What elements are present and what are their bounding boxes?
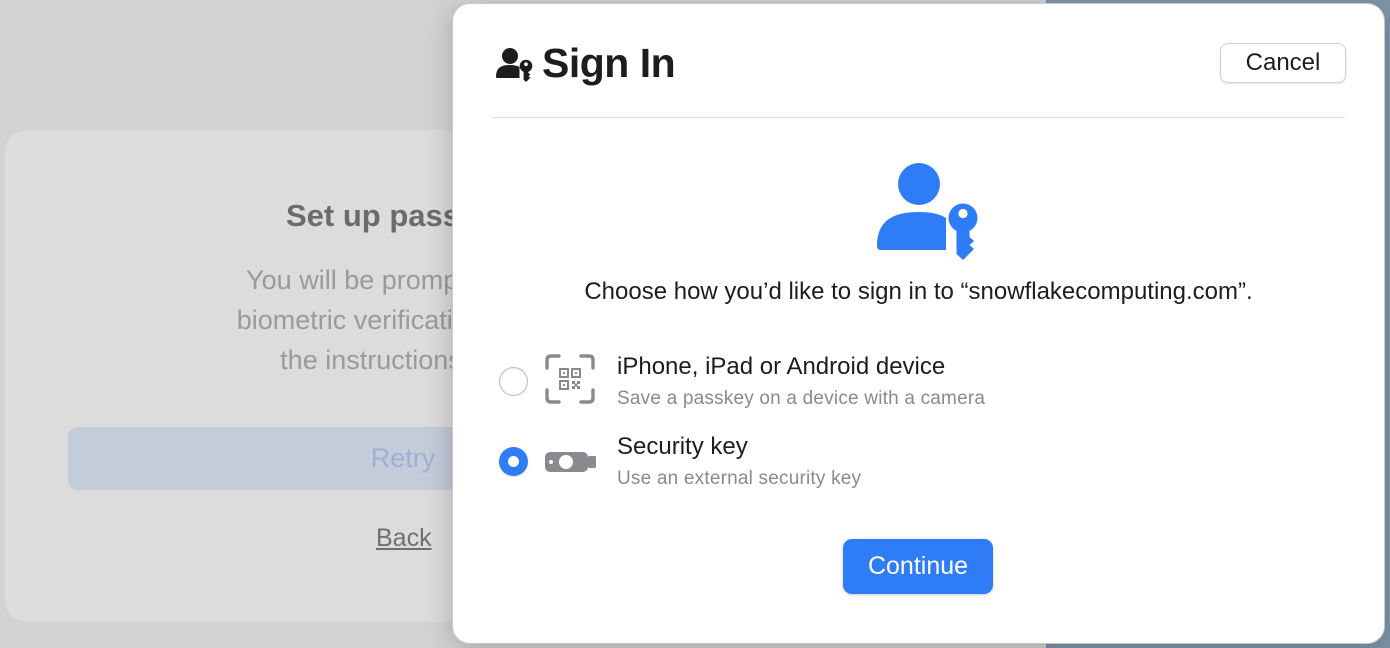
- qr-code-scan-icon: [545, 354, 595, 404]
- person-key-icon: [496, 48, 533, 82]
- sign-in-prompt: Choose how you’d like to sign in to “sno…: [584, 278, 1253, 305]
- sign-in-dialog: Sign In Cancel Choose how you’d like to …: [452, 3, 1385, 644]
- option-sublabel: Save a passkey on a device with a camera: [617, 388, 986, 409]
- background-back-link: Back: [376, 524, 432, 552]
- background-title: Set up pass: [286, 198, 460, 233]
- security-key-icon: [545, 452, 596, 472]
- person-key-icon: [877, 163, 980, 260]
- option-phone-device[interactable]: iPhone, iPad or Android device Save a pa…: [499, 350, 1059, 412]
- option-label: Security key: [617, 433, 748, 460]
- option-sublabel: Use an external security key: [617, 468, 862, 489]
- option-security-key[interactable]: Security key Use an external security ke…: [499, 430, 1059, 492]
- option-label: iPhone, iPad or Android device: [617, 353, 946, 380]
- radio-button-selected[interactable]: [499, 447, 528, 476]
- continue-button[interactable]: Continue: [843, 539, 993, 594]
- header-divider: [493, 117, 1345, 118]
- radio-button[interactable]: [499, 367, 528, 396]
- dialog-title: Sign In: [542, 40, 676, 86]
- cancel-button[interactable]: Cancel: [1220, 43, 1346, 83]
